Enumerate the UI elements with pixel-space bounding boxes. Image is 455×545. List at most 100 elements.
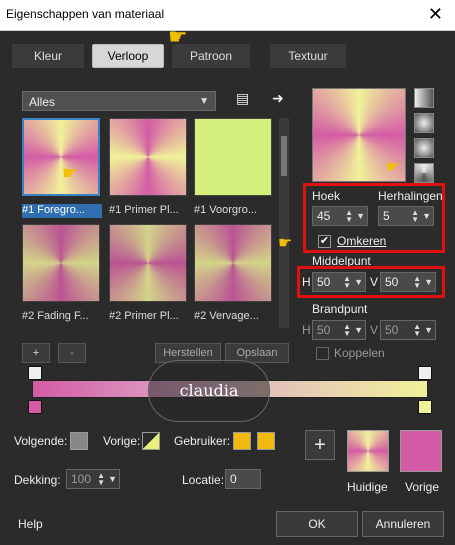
add-stop-button[interactable]: +: [22, 343, 50, 363]
gradient-thumb-label: #1 Foregro...: [22, 204, 102, 218]
gradient-thumb[interactable]: [22, 118, 100, 196]
tab-textuur[interactable]: Textuur: [270, 44, 346, 68]
center-h-label: H: [302, 275, 311, 289]
gradient-thumb[interactable]: [22, 224, 100, 302]
gradient-thumb-label: #1 Primer Pl...: [109, 204, 179, 216]
gradient-stop-bottom-left[interactable]: [28, 400, 42, 414]
center-h-value: 50: [317, 275, 331, 289]
focal-h-value: 50: [317, 323, 331, 337]
dropdown-arrow-icon[interactable]: ▼: [424, 273, 433, 291]
angle-value: 45: [317, 209, 331, 223]
dropdown-arrow-icon[interactable]: ▼: [356, 207, 365, 225]
category-dropdown[interactable]: Alles ▼: [22, 91, 216, 111]
spin-arrows-icon[interactable]: ▲ ▼: [411, 209, 419, 224]
user-swatch-2[interactable]: [257, 432, 275, 450]
next-label: Volgende:: [14, 434, 68, 448]
angle-label: Hoek: [312, 189, 341, 203]
next-swatch[interactable]: [70, 432, 88, 450]
scrollbar-thumb[interactable]: [281, 136, 287, 176]
angle-spinner[interactable]: 45 ▲ ▼ ▼: [312, 206, 368, 226]
tab-verloop[interactable]: Verloop: [92, 44, 164, 68]
gradient-thumb-label: #2 Fading F...: [22, 310, 89, 322]
current-label: Huidige: [347, 480, 388, 494]
focal-v-value: 50: [385, 323, 399, 337]
dropdown-arrow-icon: ▼: [354, 325, 363, 335]
pointing-hand-icon: ☛: [386, 159, 401, 176]
center-v-spinner[interactable]: 50 ▲ ▼ ▼: [380, 272, 436, 292]
location-value: 0: [230, 472, 237, 486]
sunburst-shape-button[interactable]: [414, 163, 434, 183]
dropdown-arrow-icon: ▼: [108, 474, 117, 484]
link-label: Koppelen: [334, 346, 385, 360]
current-swatch[interactable]: [347, 430, 389, 472]
add-to-library-button[interactable]: +: [305, 430, 335, 460]
gradient-thumb[interactable]: [194, 118, 272, 196]
opacity-value: 100: [71, 472, 92, 486]
arrow-right-icon[interactable]: ➜: [272, 91, 284, 105]
repeats-value: 5: [383, 209, 390, 223]
gradient-grid: #1 Foregro... ☛ #1 Primer Pl... #1 Voorg…: [22, 118, 280, 328]
spin-arrows-icon: ▲ ▼: [97, 471, 105, 487]
gradient-thumb[interactable]: [109, 118, 187, 196]
radial-shape-button[interactable]: [414, 138, 434, 158]
help-button[interactable]: Help: [18, 517, 43, 531]
reverse-label: Omkeren: [337, 234, 387, 248]
focal-v-spinner[interactable]: 50 ▲ ▼ ▼: [380, 320, 436, 340]
tab-kleur[interactable]: Kleur: [12, 44, 84, 68]
dropdown-arrow-icon[interactable]: ▼: [354, 273, 363, 291]
opacity-spinner[interactable]: 100 ▲ ▼ ▼: [66, 469, 120, 489]
watermark-text: claudia: [179, 381, 239, 400]
close-icon[interactable]: ✕: [428, 4, 443, 25]
reverse-checkbox[interactable]: ✔: [318, 235, 331, 248]
watermark-logo: claudia: [148, 360, 270, 422]
title-bar: Eigenschappen van materiaal ✕: [0, 0, 455, 31]
previous-label: Vorige:: [103, 434, 141, 448]
gradient-thumb[interactable]: [194, 224, 272, 302]
gradient-thumb[interactable]: [109, 224, 187, 302]
repeats-spinner[interactable]: 5 ▲ ▼ ▼: [378, 206, 434, 226]
link-checkbox[interactable]: [316, 347, 329, 360]
list-icon[interactable]: ▤: [236, 91, 249, 105]
user-swatch-1[interactable]: [233, 432, 251, 450]
pointing-hand-icon: ☛: [278, 235, 293, 252]
chevron-down-icon: ▼: [199, 96, 209, 107]
cancel-button[interactable]: Annuleren: [362, 511, 444, 537]
gradient-stop-top-left[interactable]: [28, 366, 42, 380]
remove-stop-button[interactable]: -: [58, 343, 86, 363]
window-title: Eigenschappen van materiaal: [6, 7, 165, 21]
focal-v-label: V: [370, 323, 379, 337]
spin-arrows-icon: ▲ ▼: [413, 322, 421, 338]
dropdown-arrow-icon[interactable]: ▼: [422, 207, 431, 225]
pointing-hand-icon: ☛: [62, 163, 79, 183]
tab-patroon[interactable]: Patroon: [172, 44, 250, 68]
focal-h-spinner[interactable]: 50 ▲ ▼ ▼: [312, 320, 366, 340]
gradient-stop-top-right[interactable]: [418, 366, 432, 380]
gradient-thumb-label: #1 Voorgro...: [194, 204, 257, 216]
spin-arrows-icon[interactable]: ▲ ▼: [345, 209, 353, 224]
linear-shape-button[interactable]: [414, 88, 434, 108]
ok-button[interactable]: OK: [276, 511, 358, 537]
gradient-scrollbar[interactable]: [279, 118, 289, 328]
focal-label: Brandpunt: [312, 302, 368, 316]
gradient-stop-bottom-right[interactable]: [418, 400, 432, 414]
spin-arrows-icon[interactable]: ▲ ▼: [413, 275, 421, 290]
location-label: Locatie:: [182, 473, 225, 487]
user-label: Gebruiker:: [174, 434, 231, 448]
gradient-thumb-label: #2 Primer Pl...: [109, 310, 179, 322]
location-field[interactable]: 0: [225, 469, 261, 489]
repeats-label: Herhalingen: [378, 189, 443, 203]
previous-color-label: Vorige: [405, 480, 440, 494]
center-h-spinner[interactable]: 50 ▲ ▼ ▼: [312, 272, 366, 292]
gradient-thumb-label: #2 Vervage...: [194, 310, 259, 322]
center-v-label: V: [370, 275, 379, 289]
center-v-value: 50: [385, 275, 399, 289]
dropdown-arrow-icon: ▼: [424, 325, 433, 335]
category-dropdown-value: Alles: [29, 95, 56, 109]
spin-arrows-icon[interactable]: ▲ ▼: [343, 275, 351, 290]
focal-h-label: H: [302, 323, 311, 337]
previous-color-swatch[interactable]: [400, 430, 442, 472]
previous-swatch[interactable]: [142, 432, 160, 450]
rectangular-shape-button[interactable]: [414, 113, 434, 133]
spin-arrows-icon: ▲ ▼: [343, 322, 351, 338]
opacity-label: Dekking:: [14, 473, 61, 487]
